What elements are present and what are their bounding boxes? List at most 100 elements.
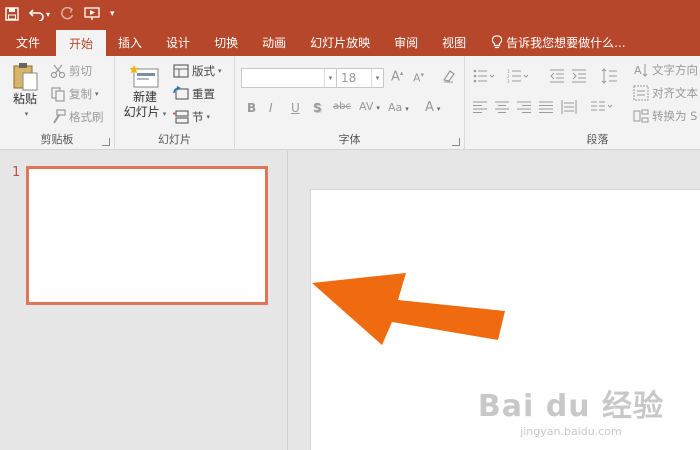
slide-editing-area: Bai du 经验 jingyan.baidu.com: [289, 151, 700, 450]
align-left-icon[interactable]: [473, 101, 487, 116]
format-painter-button[interactable]: 格式刷: [50, 109, 104, 125]
undo-button[interactable]: ▾: [24, 0, 55, 28]
tab-insert[interactable]: 插入: [106, 28, 154, 56]
paste-label: 粘贴: [12, 92, 37, 106]
paste-icon: [13, 63, 38, 91]
columns-icon[interactable]: [591, 100, 615, 117]
shrink-font-icon[interactable]: A▾: [413, 71, 424, 85]
new-slide-label-line2: 幻灯片 ▾: [123, 105, 167, 119]
char-spacing-button[interactable]: AV ▾: [359, 100, 380, 113]
tab-design[interactable]: 设计: [154, 28, 202, 56]
svg-text:3: 3: [507, 79, 510, 83]
slide-thumbnail[interactable]: [26, 166, 268, 305]
present-from-start-icon: [84, 7, 100, 20]
change-case-button[interactable]: Aa ▾: [388, 101, 409, 114]
tab-view[interactable]: 视图: [430, 28, 478, 56]
font-size-dropdown-icon[interactable]: ▾: [371, 69, 383, 87]
svg-text:A: A: [634, 64, 642, 77]
tell-me-box[interactable]: 告诉我您想要做什么...: [478, 28, 626, 56]
slides-group-label: 幻灯片: [158, 133, 191, 146]
layout-button[interactable]: 版式 ▾: [173, 63, 222, 79]
text-direction-button[interactable]: A 文字方向: [633, 62, 698, 78]
font-color-label: A: [425, 100, 434, 115]
italic-button[interactable]: I: [269, 101, 273, 115]
slide-number: 1: [12, 165, 21, 180]
ribbon: 粘贴 ▾ 剪切 复制 ▾ 格式刷 剪贴板 新建 幻灯片 ▾ 版式 ▾ 重置 节 …: [0, 56, 700, 150]
bullets-icon[interactable]: [473, 69, 497, 86]
font-name-combo[interactable]: ▾: [241, 68, 337, 88]
align-text-icon: [633, 85, 649, 101]
underline-button[interactable]: U: [291, 101, 300, 115]
save-button[interactable]: [0, 0, 24, 28]
ribbon-tabs: 文件 开始 插入 设计 切换 动画 幻灯片放映 审阅 视图 告诉我您想要做什么.…: [0, 28, 700, 56]
decrease-indent-icon[interactable]: [549, 69, 565, 86]
paste-button[interactable]: 粘贴 ▾: [8, 62, 42, 122]
section-button[interactable]: 节 ▾: [173, 109, 210, 125]
align-text-label: 对齐文本: [652, 86, 698, 100]
copy-button[interactable]: 复制 ▾: [50, 86, 99, 102]
tab-review[interactable]: 审阅: [382, 28, 430, 56]
section-label: 节: [192, 110, 204, 124]
present-from-start-button[interactable]: [79, 0, 105, 28]
smartart-icon: [633, 108, 649, 124]
reset-button[interactable]: 重置: [173, 85, 215, 102]
tab-file[interactable]: 文件: [0, 28, 56, 56]
new-slide-icon: [130, 65, 159, 88]
section-icon: [173, 109, 189, 125]
align-text-button[interactable]: 对齐文本: [633, 85, 698, 101]
copy-dropdown-icon[interactable]: ▾: [95, 90, 99, 98]
clipboard-launcher-icon[interactable]: [102, 138, 110, 146]
redo-icon: [61, 7, 74, 20]
align-right-icon[interactable]: [517, 101, 531, 116]
slides-group: 新建 幻灯片 ▾ 版式 ▾ 重置 节 ▾ 幻灯片: [115, 56, 235, 150]
cut-button[interactable]: 剪切: [50, 63, 92, 79]
customize-qat-icon: ▾: [110, 9, 115, 19]
font-group-label: 字体: [338, 133, 361, 146]
grow-font-icon[interactable]: A▴: [391, 69, 403, 84]
clipboard-group-label: 剪贴板: [40, 133, 74, 146]
undo-dropdown-icon[interactable]: ▾: [46, 10, 50, 19]
tab-home[interactable]: 开始: [56, 30, 107, 56]
reset-label: 重置: [192, 87, 215, 101]
tab-animations[interactable]: 动画: [250, 28, 298, 56]
strikethrough-button[interactable]: abc: [333, 101, 351, 112]
font-group: ▾ 18 ▾ A▴ A▾ B I U S abc AV ▾ Aa ▾ A ▾ 字体: [235, 56, 465, 150]
save-icon: [5, 7, 19, 21]
layout-icon: [173, 63, 189, 79]
redo-button[interactable]: [55, 0, 79, 28]
watermark-url: jingyan.baidu.com: [520, 425, 622, 438]
numbering-icon[interactable]: 123: [507, 69, 531, 86]
tab-slideshow[interactable]: 幻灯片放映: [298, 28, 382, 56]
justify-icon[interactable]: [539, 101, 553, 116]
paragraph-group-label: 段落: [586, 133, 609, 146]
new-slide-button[interactable]: 新建 幻灯片 ▾: [121, 64, 169, 122]
new-slide-label-line1: 新建: [132, 90, 157, 104]
clear-formatting-icon[interactable]: [441, 68, 457, 87]
char-spacing-label: AV: [359, 100, 374, 113]
baidu-jingyan-watermark: Bai du 经验 jingyan.baidu.com: [478, 381, 664, 438]
font-color-button[interactable]: A ▾: [425, 100, 440, 115]
customize-qat-button[interactable]: ▾: [105, 0, 120, 28]
align-center-icon[interactable]: [495, 101, 509, 116]
paste-dropdown-icon[interactable]: ▾: [25, 107, 29, 122]
font-size-combo[interactable]: 18 ▾: [336, 68, 384, 88]
shadow-button[interactable]: S: [313, 101, 322, 115]
font-size-value: 18: [341, 71, 357, 85]
format-painter-icon: [50, 109, 66, 125]
reset-icon: [173, 85, 189, 102]
line-spacing-icon[interactable]: [601, 68, 623, 87]
font-launcher-icon[interactable]: [452, 138, 460, 146]
undo-icon: [29, 9, 44, 21]
distributed-icon[interactable]: [561, 100, 577, 117]
bold-button[interactable]: B: [247, 101, 256, 115]
font-name-dropdown-icon[interactable]: ▾: [324, 69, 336, 87]
convert-smartart-button[interactable]: 转换为 S: [633, 108, 697, 124]
copy-icon: [50, 86, 66, 102]
cut-label: 剪切: [69, 64, 92, 78]
slide-thumbnails-pane: 1: [0, 151, 288, 450]
tab-transitions[interactable]: 切换: [202, 28, 250, 56]
increase-indent-icon[interactable]: [571, 69, 587, 86]
tell-me-text: 告诉我您想要做什么...: [506, 35, 626, 50]
scissors-icon: [50, 63, 66, 79]
copy-label: 复制: [69, 87, 92, 101]
